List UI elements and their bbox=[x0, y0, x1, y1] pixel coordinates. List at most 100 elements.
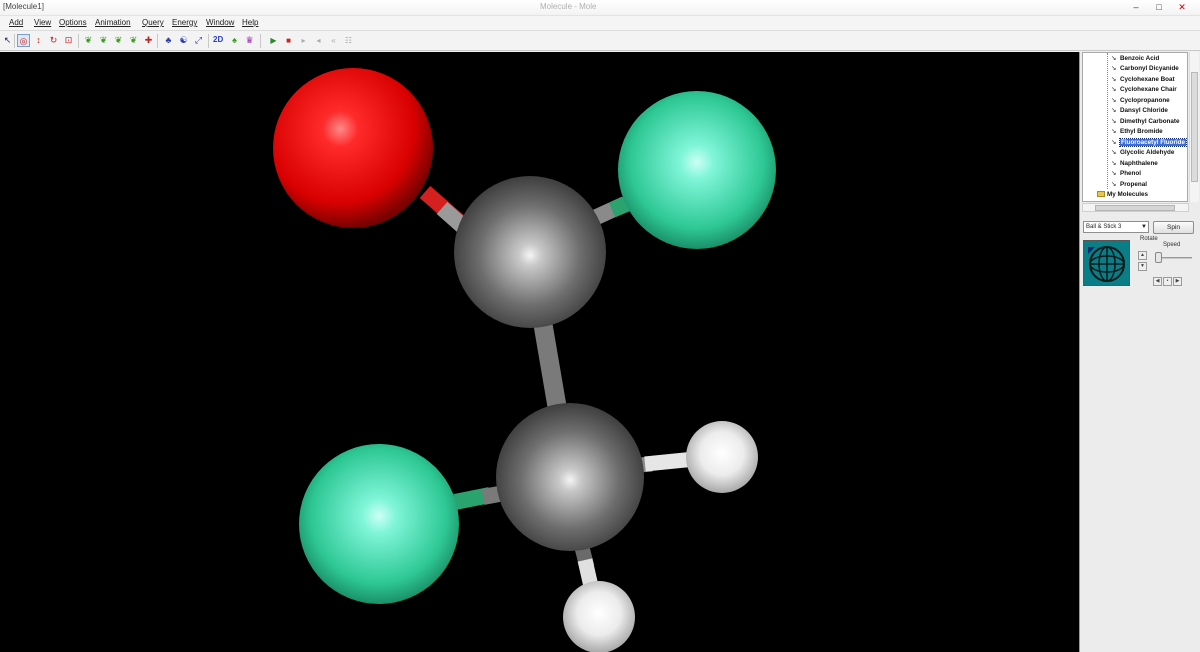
menu-query[interactable]: Query bbox=[142, 18, 164, 27]
scrollbar-thumb[interactable] bbox=[1095, 205, 1175, 211]
speed-label: Speed bbox=[1163, 242, 1181, 248]
ball-stick-icon[interactable]: ❦ bbox=[112, 34, 125, 47]
molecule-icon: ↘ bbox=[1111, 97, 1117, 104]
spin-tool-icon[interactable]: ↻ bbox=[47, 34, 60, 47]
molecule-canvas bbox=[273, 68, 776, 652]
menu-view[interactable]: View bbox=[34, 18, 51, 27]
toolbar-separator bbox=[14, 34, 15, 48]
speed-slider-knob[interactable] bbox=[1155, 252, 1162, 263]
orbital-icon[interactable]: ☯ bbox=[177, 34, 190, 47]
menu-window[interactable]: Window bbox=[206, 18, 234, 27]
folder-icon bbox=[1097, 191, 1105, 198]
molecule-icon: ↘ bbox=[1111, 170, 1117, 177]
molecule-icon: ↘ bbox=[1111, 55, 1117, 62]
toolbar-separator bbox=[157, 34, 158, 48]
tree-item[interactable]: ↘ Naphthalene bbox=[1111, 159, 1158, 169]
molecule-icon[interactable]: ♣ bbox=[162, 34, 175, 47]
toolbar-separator bbox=[208, 34, 209, 48]
tree-icon[interactable]: ♠ bbox=[228, 34, 241, 47]
tree-item[interactable]: ↘ Propenal bbox=[1111, 180, 1147, 190]
rotate-up-button[interactable]: ▲ bbox=[1138, 251, 1147, 260]
rotate-right-button[interactable]: ▶ bbox=[1173, 277, 1182, 286]
add-atom-icon[interactable]: ✚ bbox=[142, 34, 155, 47]
molecule-viewport[interactable] bbox=[0, 52, 1079, 652]
rotate-label: Rotate bbox=[1140, 236, 1158, 242]
close-button[interactable]: ✕ bbox=[1171, 1, 1193, 14]
maximize-button[interactable]: □ bbox=[1148, 1, 1170, 14]
display-style-select[interactable]: Ball & Stick 3 ▼ bbox=[1083, 221, 1149, 233]
menu-bar: Add View Options Animation Query Energy … bbox=[0, 16, 1200, 31]
rotate-left-button[interactable]: ◀ bbox=[1153, 277, 1162, 286]
menu-energy[interactable]: Energy bbox=[172, 18, 197, 27]
sticks-icon[interactable]: ❦ bbox=[97, 34, 110, 47]
atom-oxygen[interactable] bbox=[273, 68, 433, 228]
zoom-tool-icon[interactable]: ⊡ bbox=[62, 34, 75, 47]
molecule-tree[interactable]: ↘ Benzoic Acid ↘ Carbonyl Dicyanide ↘ Cyclo… bbox=[1082, 52, 1188, 202]
tree-item[interactable]: ↘ Carbonyl Dicyanide bbox=[1111, 64, 1179, 74]
molecule-icon: ↘ bbox=[1111, 65, 1117, 72]
tree-item[interactable]: ↘ Cyclopropanone bbox=[1111, 96, 1170, 106]
molecule-icon: ↘ bbox=[1111, 139, 1117, 146]
atom-fluorine-upper[interactable] bbox=[618, 91, 776, 249]
tree-vertical-scrollbar[interactable] bbox=[1189, 52, 1199, 202]
molecule-icon: ↘ bbox=[1111, 160, 1117, 167]
minimize-button[interactable]: – bbox=[1125, 1, 1147, 14]
spin-button[interactable]: Spin bbox=[1153, 221, 1194, 234]
tree-item[interactable]: ↘ Cyclohexane Boat bbox=[1111, 75, 1175, 85]
step-back-icon[interactable]: ◂ bbox=[312, 34, 325, 47]
scrollbar-thumb[interactable] bbox=[1191, 72, 1198, 182]
trackball-icon bbox=[1088, 246, 1125, 282]
tree-guide-line bbox=[1107, 53, 1108, 189]
window-caption: Molecule - Mole bbox=[540, 2, 597, 11]
stop-icon[interactable]: ■ bbox=[282, 34, 295, 47]
space-fill-icon[interactable]: ❦ bbox=[127, 34, 140, 47]
step-forward-icon[interactable]: ▸ bbox=[297, 34, 310, 47]
toolbar-separator bbox=[260, 34, 261, 48]
title-bar: [Molecule1] Molecule - Mole – □ ✕ bbox=[0, 0, 1200, 16]
frames-icon[interactable]: ☷ bbox=[342, 34, 355, 47]
atom-carbon-carbonyl[interactable] bbox=[454, 176, 606, 328]
tree-item-selected[interactable]: ↘ Fluoroacetyl Fluoride bbox=[1111, 138, 1187, 148]
atom-hydrogen-bottom[interactable] bbox=[563, 581, 635, 652]
menu-animation[interactable]: Animation bbox=[95, 18, 131, 27]
menu-options[interactable]: Options bbox=[59, 18, 87, 27]
menu-add[interactable]: Add bbox=[9, 18, 23, 27]
atom-fluorine-lower[interactable] bbox=[299, 444, 459, 604]
translate-tool-icon[interactable]: ↕ bbox=[32, 34, 45, 47]
molecule-icon: ↘ bbox=[1111, 128, 1117, 135]
crown-icon[interactable]: ♛ bbox=[243, 34, 256, 47]
molecule-icon: ↘ bbox=[1111, 86, 1117, 93]
molecule-icon: ↘ bbox=[1111, 181, 1117, 188]
tree-item[interactable]: ↘ Ethyl Bromide bbox=[1111, 127, 1163, 137]
atom-carbon-methylene[interactable] bbox=[496, 403, 644, 551]
2d-button[interactable]: 2D bbox=[213, 35, 223, 44]
toolbar-separator bbox=[78, 34, 79, 48]
measure-icon[interactable]: ⤢ bbox=[192, 34, 205, 47]
tree-item[interactable]: ↘ Dimethyl Carbonate bbox=[1111, 117, 1179, 127]
tree-item[interactable]: ↘ Benzoic Acid bbox=[1111, 54, 1159, 64]
select-tool-icon[interactable]: ↖ bbox=[1, 34, 14, 47]
rotate-tool-icon[interactable]: ◎ bbox=[17, 34, 30, 47]
menu-help[interactable]: Help bbox=[242, 18, 258, 27]
molecule-icon: ↘ bbox=[1111, 107, 1117, 114]
speed-slider[interactable] bbox=[1160, 257, 1192, 259]
molecule-icon: ↘ bbox=[1111, 118, 1117, 125]
rewind-icon[interactable]: « bbox=[327, 34, 340, 47]
rotate-center-button[interactable]: • bbox=[1163, 277, 1172, 286]
tree-item[interactable]: ↘ Cyclohexane Chair bbox=[1111, 85, 1177, 95]
molecule-icon: ↘ bbox=[1111, 76, 1117, 83]
molecule-icon: ↘ bbox=[1111, 149, 1117, 156]
rotate-down-button[interactable]: ▼ bbox=[1138, 262, 1147, 271]
tree-item[interactable]: ↘ Phenol bbox=[1111, 169, 1141, 179]
toolbar: ↖ ◎ ↕ ↻ ⊡ ❦ ❦ ❦ ❦ ✚ ♣ ☯ ⤢ 2D ♠ ♛ ▶ ■ ▸ ◂… bbox=[0, 31, 1200, 51]
tree-item[interactable]: ↘ Dansyl Chloride bbox=[1111, 106, 1168, 116]
play-icon[interactable]: ▶ bbox=[267, 34, 280, 47]
tree-horizontal-scrollbar[interactable] bbox=[1082, 203, 1189, 212]
tree-item[interactable]: ↘ Glycolic Aldehyde bbox=[1111, 148, 1174, 158]
tree-folder-my-molecules[interactable]: My Molecules bbox=[1097, 190, 1148, 200]
rotate-trackball[interactable] bbox=[1083, 240, 1130, 286]
application-window: [Molecule1] Molecule - Mole – □ ✕ Add Vi… bbox=[0, 0, 1200, 652]
atom-hydrogen-right[interactable] bbox=[686, 421, 758, 493]
wireframe-icon[interactable]: ❦ bbox=[82, 34, 95, 47]
chevron-down-icon: ▼ bbox=[1141, 224, 1147, 230]
